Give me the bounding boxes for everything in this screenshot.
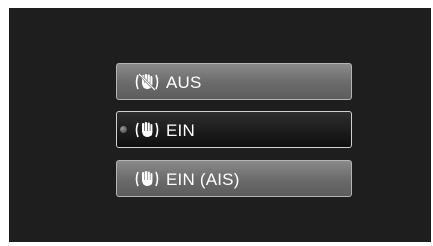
menu-option-ein-ais[interactable]: EIN (AIS) xyxy=(116,160,352,197)
stabilizer-off-icon xyxy=(134,72,160,92)
selection-indicator xyxy=(120,126,127,133)
option-label: EIN (AIS) xyxy=(166,170,240,189)
menu-option-ein[interactable]: EIN xyxy=(116,111,352,148)
camera-menu-screen: AUS EIN EIN (AIS) xyxy=(9,8,431,242)
stabilizer-on-icon xyxy=(134,120,160,140)
option-label: EIN xyxy=(166,121,195,140)
stabilizer-ais-icon xyxy=(134,169,160,189)
menu-option-aus[interactable]: AUS xyxy=(116,63,352,100)
option-label: AUS xyxy=(166,73,202,92)
